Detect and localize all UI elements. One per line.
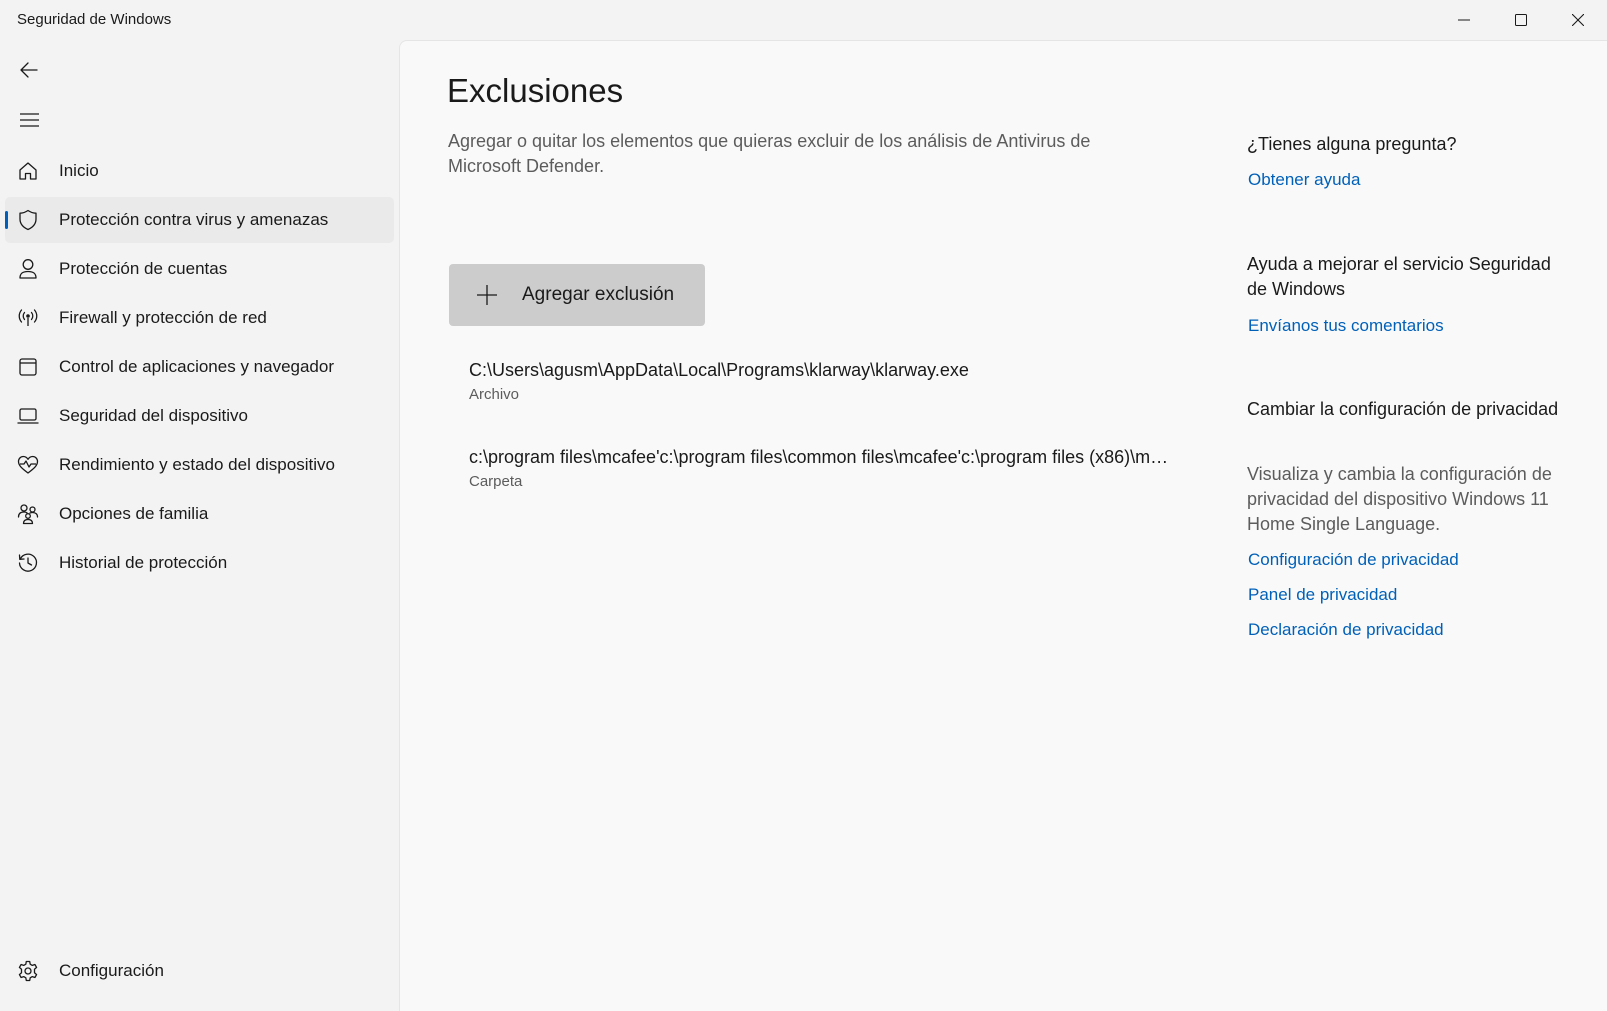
- question-heading: ¿Tienes alguna pregunta?: [1247, 134, 1457, 154]
- hamburger-menu-button[interactable]: [6, 100, 52, 140]
- maximize-icon: [1515, 14, 1527, 26]
- sidebar-item-label: Protección contra virus y amenazas: [59, 210, 329, 229]
- page-description: Agregar o quitar los elementos que quier…: [448, 131, 1091, 176]
- privacy-heading: Cambiar la configuración de privacidad: [1247, 399, 1559, 419]
- close-icon: [1572, 14, 1584, 26]
- sidebar-item-label: Protección de cuentas: [59, 259, 228, 278]
- heart-pulse-icon: [17, 454, 39, 476]
- privacy-description: Visualiza y cambia la configuración de p…: [1247, 464, 1552, 534]
- sidebar-item-settings[interactable]: Configuración: [5, 948, 394, 994]
- family-icon: [17, 503, 39, 525]
- minimize-icon: [1458, 19, 1470, 21]
- history-icon: [17, 552, 39, 574]
- exclusion-type: Carpeta: [469, 473, 523, 490]
- maximize-button[interactable]: [1493, 0, 1549, 40]
- sidebar-item-label: Seguridad del dispositivo: [59, 406, 249, 425]
- sidebar-item-device-security[interactable]: Seguridad del dispositivo: [5, 393, 394, 439]
- sidebar-item-label: Configuración: [59, 961, 164, 980]
- privacy-settings-link[interactable]: Configuración de privacidad: [1248, 550, 1459, 570]
- sidebar-item-device-performance[interactable]: Rendimiento y estado del dispositivo: [5, 442, 394, 488]
- add-exclusion-label: Agregar exclusión: [522, 284, 675, 305]
- title-bar: Seguridad de Windows: [0, 0, 1607, 40]
- active-indicator: [5, 211, 8, 229]
- privacy-dashboard-link[interactable]: Panel de privacidad: [1248, 585, 1397, 605]
- home-icon: [17, 160, 39, 182]
- plus-icon: [477, 285, 497, 305]
- improve-heading: Ayuda a mejorar el servicio Seguridad de…: [1247, 254, 1551, 299]
- hamburger-icon: [19, 113, 39, 127]
- close-button[interactable]: [1550, 0, 1606, 40]
- minimize-button[interactable]: [1436, 0, 1492, 40]
- sidebar-item-label: Inicio: [59, 161, 99, 180]
- shield-icon: [17, 209, 39, 231]
- sidebar-item-virus-protection[interactable]: Protección contra virus y amenazas: [5, 197, 394, 243]
- sidebar-item-protection-history[interactable]: Historial de protección: [5, 540, 394, 586]
- exclusion-type: Archivo: [469, 386, 520, 403]
- antenna-icon: [17, 307, 39, 329]
- sidebar-item-label: Rendimiento y estado del dispositivo: [59, 455, 335, 474]
- app-window-icon: [17, 356, 39, 378]
- sidebar-item-account-protection[interactable]: Protección de cuentas: [5, 246, 394, 292]
- person-icon: [17, 258, 39, 280]
- app-window: Seguridad de Windows Inicio Protección c…: [0, 0, 1607, 1011]
- send-feedback-link[interactable]: Envíanos tus comentarios: [1248, 316, 1444, 336]
- get-help-link[interactable]: Obtener ayuda: [1248, 170, 1360, 190]
- sidebar-item-family-options[interactable]: Opciones de familia: [5, 491, 394, 537]
- laptop-icon: [17, 405, 39, 427]
- exclusion-path: C:\Users\agusm\AppData\Local\Programs\kl…: [469, 360, 969, 380]
- exclusion-item[interactable]: C:\Users\agusm\AppData\Local\Programs\kl…: [469, 360, 1169, 403]
- sidebar-item-firewall[interactable]: Firewall y protección de red: [5, 295, 394, 341]
- page-title: Exclusiones: [447, 72, 624, 109]
- exclusion-path: c:\program files\mcafee'c:\program files…: [469, 447, 1169, 467]
- privacy-statement-link[interactable]: Declaración de privacidad: [1248, 620, 1444, 640]
- app-title: Seguridad de Windows: [17, 11, 172, 28]
- gear-icon: [17, 960, 39, 982]
- sidebar: Inicio Protección contra virus y amenaza…: [0, 40, 399, 1011]
- sidebar-item-app-browser-control[interactable]: Control de aplicaciones y navegador: [5, 344, 394, 390]
- back-arrow-icon: [20, 62, 38, 78]
- add-exclusion-button[interactable]: Agregar exclusión: [449, 264, 705, 326]
- sidebar-item-label: Firewall y protección de red: [59, 308, 267, 327]
- back-button[interactable]: [6, 50, 52, 90]
- sidebar-item-label: Opciones de familia: [59, 504, 209, 523]
- exclusion-item[interactable]: c:\program files\mcafee'c:\program files…: [469, 447, 1169, 490]
- sidebar-item-label: Historial de protección: [59, 553, 228, 572]
- sidebar-item-home[interactable]: Inicio: [5, 148, 394, 194]
- sidebar-item-label: Control de aplicaciones y navegador: [59, 357, 335, 376]
